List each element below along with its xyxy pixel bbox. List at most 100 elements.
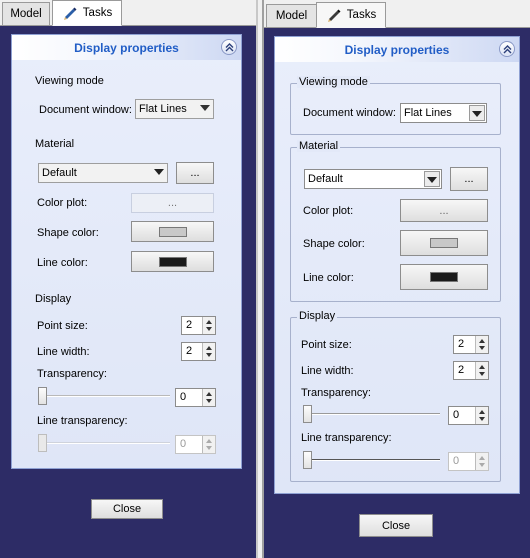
line-color-button[interactable] bbox=[400, 264, 488, 290]
material-select[interactable]: Default bbox=[304, 169, 442, 189]
arrow-up-icon bbox=[206, 320, 212, 324]
point-size-spinbox[interactable]: 2 bbox=[181, 316, 216, 335]
collapse-button[interactable] bbox=[499, 41, 515, 57]
pencil-icon bbox=[63, 7, 77, 20]
point-size-spinbox[interactable]: 2 bbox=[453, 335, 489, 354]
material-value: Default bbox=[42, 167, 77, 179]
line-color-label: Line color: bbox=[303, 272, 354, 284]
color-plot-button[interactable]: ... bbox=[400, 199, 488, 222]
tab-tasks[interactable]: Tasks bbox=[316, 2, 386, 28]
document-window-value: Flat Lines bbox=[404, 107, 452, 119]
line-transparency-spinbox: 0 bbox=[448, 452, 489, 471]
document-window-value: Flat Lines bbox=[139, 103, 187, 115]
transparency-slider-track[interactable] bbox=[303, 413, 440, 415]
tab-model[interactable]: Model bbox=[2, 2, 50, 26]
transparency-value: 0 bbox=[180, 391, 187, 403]
shape-color-swatch bbox=[158, 226, 187, 237]
line-width-spinbox[interactable]: 2 bbox=[453, 361, 489, 380]
line-color-swatch bbox=[158, 256, 187, 267]
line-transparency-slider-thumb bbox=[38, 434, 47, 452]
chevron-up-double-icon bbox=[503, 44, 511, 53]
close-button[interactable]: Close bbox=[359, 514, 433, 537]
spin-arrows[interactable] bbox=[475, 407, 488, 424]
color-plot-label: Color plot: bbox=[303, 205, 354, 217]
document-window-select[interactable]: Flat Lines bbox=[400, 103, 487, 123]
tab-tasks-label: Tasks bbox=[82, 7, 113, 19]
line-width-label: Line width: bbox=[301, 365, 354, 377]
arrow-down-icon bbox=[479, 463, 485, 467]
color-plot-button: ... bbox=[131, 193, 214, 213]
line-color-swatch bbox=[430, 272, 458, 282]
collapse-button[interactable] bbox=[221, 39, 237, 55]
document-window-label: Document window: bbox=[303, 107, 396, 119]
material-select[interactable]: Default bbox=[38, 163, 168, 183]
tab-tasks-label: Tasks bbox=[346, 9, 377, 21]
display-heading: Display bbox=[35, 293, 72, 305]
point-size-label: Point size: bbox=[37, 320, 88, 332]
arrow-down-icon bbox=[479, 372, 485, 376]
transparency-slider-thumb[interactable] bbox=[303, 405, 312, 423]
transparency-value: 0 bbox=[453, 409, 460, 421]
tab-model-label: Model bbox=[10, 8, 42, 20]
arrow-down-icon bbox=[206, 446, 212, 450]
spin-arrows[interactable] bbox=[202, 317, 215, 334]
line-width-spinbox[interactable]: 2 bbox=[181, 342, 216, 361]
viewing-mode-heading: Viewing mode bbox=[35, 75, 104, 87]
material-heading: Material bbox=[297, 140, 341, 152]
spin-arrows bbox=[202, 436, 215, 453]
arrow-up-icon bbox=[479, 456, 485, 460]
shape-color-label: Shape color: bbox=[37, 227, 99, 239]
line-transparency-spinbox: 0 bbox=[175, 435, 216, 454]
shape-color-button[interactable] bbox=[400, 230, 488, 256]
panel-title: Display properties bbox=[344, 42, 450, 57]
line-transparency-value: 0 bbox=[180, 438, 187, 450]
spin-arrows bbox=[475, 453, 488, 470]
line-color-button[interactable] bbox=[131, 251, 214, 272]
shape-color-label: Shape color: bbox=[303, 238, 365, 250]
tab-tasks[interactable]: Tasks bbox=[52, 0, 122, 26]
material-more-button[interactable]: ... bbox=[176, 162, 214, 184]
chevron-down-icon bbox=[427, 177, 437, 183]
dropdown-button[interactable] bbox=[469, 105, 485, 121]
material-value: Default bbox=[308, 173, 343, 185]
arrow-down-icon bbox=[206, 327, 212, 331]
close-button-label: Close bbox=[112, 503, 142, 515]
shape-color-swatch bbox=[430, 238, 458, 248]
spin-arrows[interactable] bbox=[202, 389, 215, 406]
line-transparency-slider-track bbox=[303, 459, 440, 461]
shape-color-button[interactable] bbox=[131, 221, 214, 242]
tab-model[interactable]: Model bbox=[266, 4, 317, 28]
arrow-down-icon bbox=[206, 353, 212, 357]
panel-header: Display properties bbox=[12, 35, 241, 60]
line-width-value: 2 bbox=[186, 345, 193, 357]
transparency-slider-track[interactable] bbox=[38, 395, 170, 397]
spin-arrows[interactable] bbox=[475, 336, 488, 353]
spin-arrows[interactable] bbox=[202, 343, 215, 360]
spin-arrows[interactable] bbox=[475, 362, 488, 379]
line-transparency-label: Line transparency: bbox=[301, 432, 392, 444]
dropdown-button[interactable] bbox=[424, 171, 440, 187]
display-heading: Display bbox=[297, 310, 338, 322]
close-button-label: Close bbox=[381, 519, 411, 532]
line-color-label: Line color: bbox=[37, 257, 88, 269]
material-more-button[interactable]: ... bbox=[450, 167, 488, 191]
point-size-label: Point size: bbox=[301, 339, 352, 351]
transparency-spinbox[interactable]: 0 bbox=[448, 406, 489, 425]
document-window-label: Document window: bbox=[39, 104, 132, 116]
transparency-label: Transparency: bbox=[37, 368, 107, 380]
color-plot-button-label: ... bbox=[439, 204, 449, 217]
close-button[interactable]: Close bbox=[91, 499, 163, 519]
point-size-value: 2 bbox=[186, 319, 193, 331]
panel-title: Display properties bbox=[74, 40, 179, 55]
line-width-value: 2 bbox=[458, 364, 465, 376]
color-plot-label: Color plot: bbox=[37, 197, 88, 209]
document-window-select[interactable]: Flat Lines bbox=[135, 99, 214, 119]
arrow-up-icon bbox=[479, 365, 485, 369]
arrow-down-icon bbox=[479, 417, 485, 421]
chevron-down-icon bbox=[154, 169, 164, 175]
color-plot-button-label: ... bbox=[167, 197, 178, 209]
transparency-spinbox[interactable]: 0 bbox=[175, 388, 216, 407]
chevron-down-icon bbox=[472, 111, 482, 117]
arrow-up-icon bbox=[479, 410, 485, 414]
transparency-slider-thumb[interactable] bbox=[38, 387, 47, 405]
